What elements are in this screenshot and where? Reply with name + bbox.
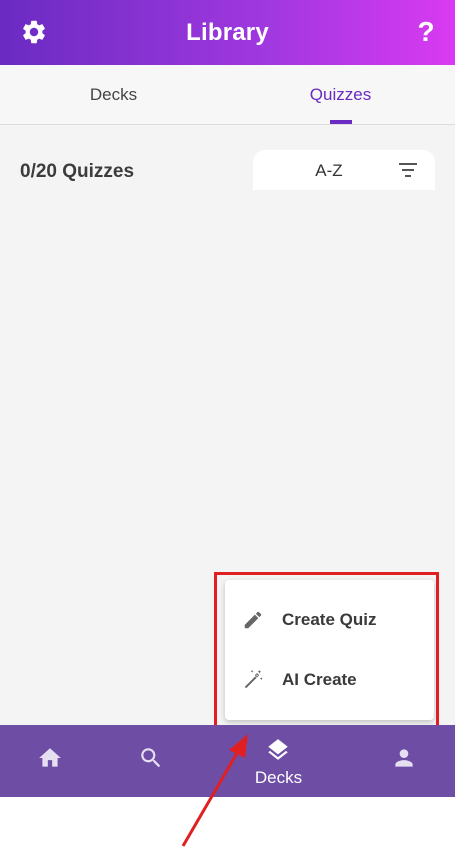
app-bar: Library ? — [0, 0, 455, 65]
filter-icon — [399, 163, 417, 177]
annotation-arrow — [181, 734, 248, 847]
settings-button[interactable] — [20, 18, 48, 46]
help-button[interactable]: ? — [413, 14, 439, 50]
tab-bar: Decks Quizzes — [0, 65, 455, 125]
sort-label: A-Z — [315, 161, 343, 180]
nav-profile[interactable] — [348, 725, 455, 797]
tab-quizzes[interactable]: Quizzes — [227, 65, 454, 125]
page-title: Library — [186, 18, 269, 46]
active-tab-indicator — [330, 120, 352, 124]
sort-dropdown[interactable]: A-Z — [253, 150, 435, 190]
home-icon — [39, 748, 61, 767]
highlight-box — [214, 572, 439, 728]
search-icon — [141, 748, 161, 768]
person-icon — [395, 749, 413, 767]
quiz-count-label: 0/20 Quizzes — [20, 161, 135, 182]
gear-icon — [23, 20, 45, 44]
layers-icon — [268, 739, 288, 760]
tab-decks[interactable]: Decks — [0, 65, 227, 125]
